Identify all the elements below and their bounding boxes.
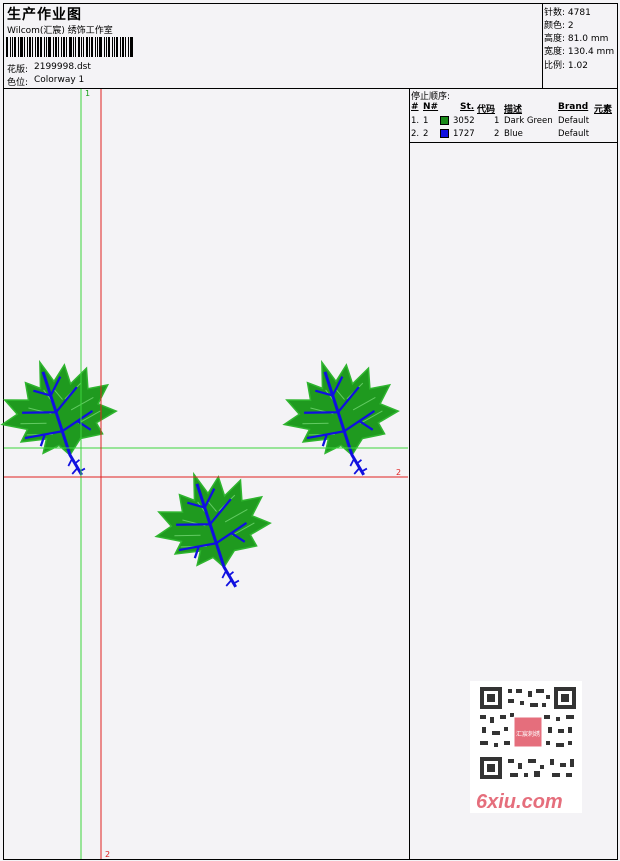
guide-label-red-bottom: 2 xyxy=(105,850,110,859)
guide-label-red-right: 2 xyxy=(396,468,401,477)
leaf-motif-center xyxy=(140,455,288,607)
brand-watermark-text: 6xiu.com xyxy=(476,791,563,813)
leaf-motif-right xyxy=(268,343,416,495)
seal-text: 汇宸刺绣 xyxy=(516,730,540,738)
leaf-motif-left xyxy=(0,343,134,495)
qr-code-icon: 汇宸刺绣 xyxy=(476,685,576,781)
guide-label-green-top: 1 xyxy=(85,89,90,98)
